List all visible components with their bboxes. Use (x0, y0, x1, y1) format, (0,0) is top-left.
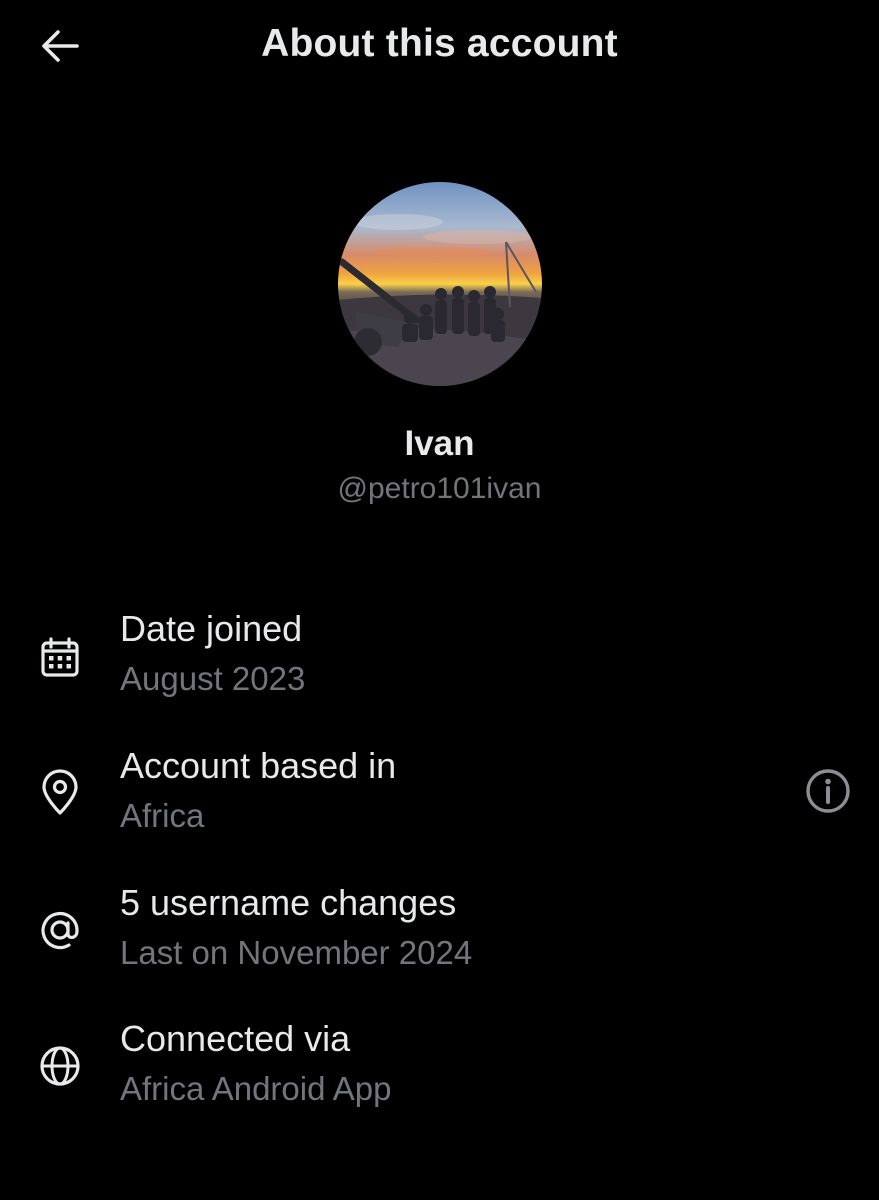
avatar[interactable] (338, 182, 542, 386)
row-subtitle: Africa (120, 797, 205, 834)
at-sign-icon (36, 906, 84, 954)
display-name: Ivan (404, 424, 475, 463)
top-bar: About this account (0, 0, 879, 92)
globe-icon (36, 1042, 84, 1090)
row-title: Date joined (120, 608, 303, 649)
row-title: 5 username changes (120, 882, 457, 923)
username-handle: @petro101ivan (337, 472, 542, 505)
location-info-button[interactable] (802, 765, 854, 817)
date-joined-row: Date joined August 2023 (0, 608, 879, 718)
row-title: Connected via (120, 1018, 351, 1059)
row-subtitle: Last on November 2024 (120, 934, 473, 971)
calendar-icon (36, 634, 84, 682)
username-changes-row: 5 username changes Last on November 2024 (0, 882, 879, 992)
avatar-image (338, 182, 542, 386)
row-subtitle: August 2023 (120, 660, 306, 697)
connected-via-row: Connected via Africa Android App (0, 1018, 879, 1128)
info-icon (806, 769, 850, 813)
account-location-row: Account based in Africa (0, 745, 879, 855)
row-subtitle: Africa Android App (120, 1070, 392, 1107)
location-pin-icon (36, 769, 84, 817)
row-title: Account based in (120, 745, 397, 786)
page-title: About this account (261, 22, 618, 65)
